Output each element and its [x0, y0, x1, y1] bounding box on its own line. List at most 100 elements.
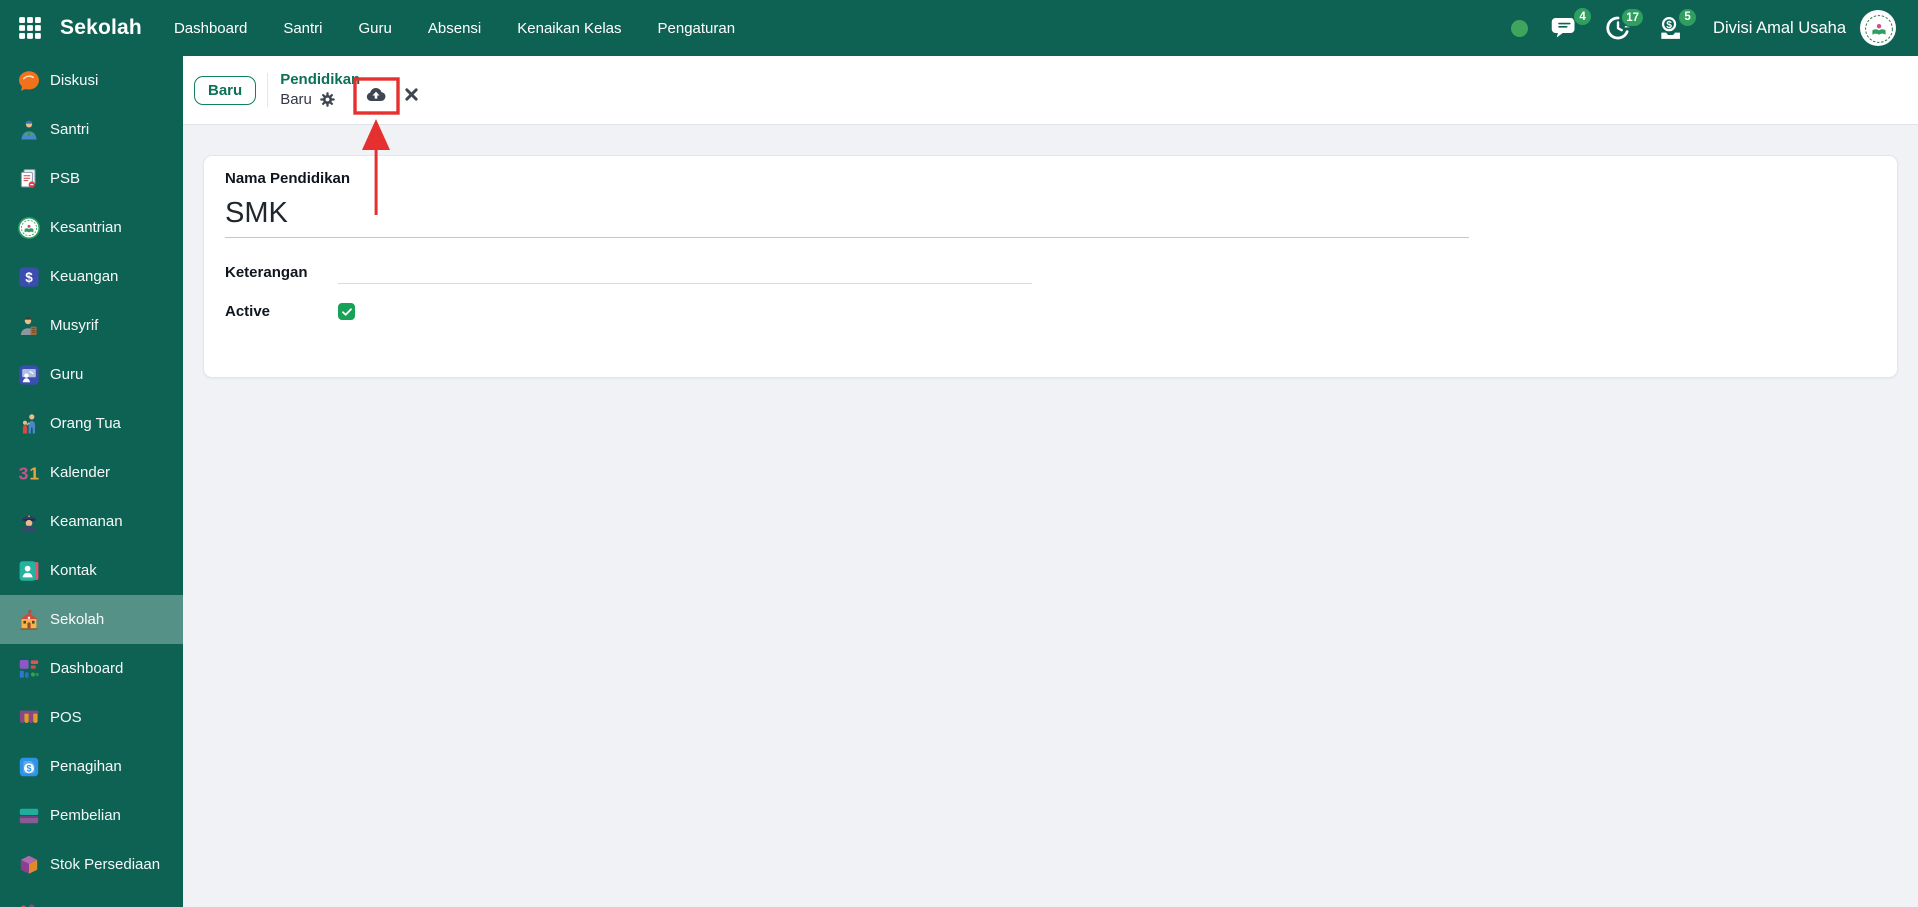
sidebar-item-sekolah[interactable]: Sekolah — [0, 595, 183, 644]
app-sidebar: Diskusi Santri PSB Kesantrian $ Keuangan… — [0, 56, 183, 907]
gear-icon[interactable] — [319, 91, 336, 108]
sidebar-item-penagihan[interactable]: $ Penagihan — [0, 742, 183, 791]
discard-button[interactable] — [404, 87, 419, 102]
new-record-button[interactable]: Baru — [194, 75, 257, 105]
sidebar-item-label: Sekolah — [50, 611, 105, 628]
sidebar-item-label: Keuangan — [50, 268, 119, 285]
active-label: Active — [225, 303, 271, 320]
menu-dashboard[interactable]: Dashboard — [170, 14, 251, 43]
sidebar-item-kontak[interactable]: Kontak — [0, 546, 183, 595]
top-navbar: Sekolah Dashboard Santri Guru Absensi Ke… — [0, 0, 1918, 56]
sidebar-item-keamanan[interactable]: Keamanan — [0, 497, 183, 546]
orang-tua-icon — [17, 412, 41, 436]
messages-badge: 4 — [1573, 7, 1593, 26]
sidebar-item-psb[interactable]: PSB — [0, 154, 183, 203]
payments-badge: 5 — [1678, 7, 1698, 27]
menu-santri[interactable]: Santri — [279, 14, 326, 43]
check-icon — [341, 307, 352, 316]
activities-button[interactable]: 17 — [1604, 8, 1645, 42]
control-panel: Baru Pendidikan Baru — [183, 56, 1918, 125]
sidebar-item-orang-tua[interactable]: Orang Tua — [0, 399, 183, 448]
stok-persediaan-icon — [17, 853, 41, 877]
top-menu: Dashboard Santri Guru Absensi Kenaikan K… — [170, 14, 767, 43]
sidebar-item-pembelian[interactable]: Pembelian — [0, 791, 183, 840]
sidebar-item-kalender[interactable]: 3 1 Kalender — [0, 448, 183, 497]
sidebar-item-karyawan[interactable]: Karyawan — [0, 889, 183, 907]
sidebar-item-pos[interactable]: POS — [0, 693, 183, 742]
svg-text:$: $ — [25, 270, 33, 285]
organization-logo-icon — [1861, 11, 1895, 45]
pendidikan-form-card: Nama Pendidikan SMK Keterangan Active — [203, 155, 1898, 378]
dashboard-grid-icon — [17, 657, 41, 681]
divider — [267, 73, 269, 107]
menu-absensi[interactable]: Absensi — [424, 14, 485, 43]
kalender-icon: 3 1 — [17, 461, 41, 485]
close-x-icon — [405, 88, 418, 101]
svg-text:$: $ — [26, 763, 31, 773]
sidebar-item-label: Kontak — [50, 562, 97, 579]
cloud-upload-icon — [366, 87, 386, 101]
sidebar-item-label: Diskusi — [50, 72, 99, 89]
svg-text:$: $ — [1666, 19, 1672, 30]
sidebar-item-guru[interactable]: Guru — [0, 350, 183, 399]
karyawan-icon — [17, 902, 41, 907]
sidebar-item-label: Keamanan — [50, 513, 123, 530]
presence-dot — [1511, 19, 1529, 37]
breadcrumb: Pendidikan Baru — [280, 71, 360, 109]
keterangan-label: Keterangan — [225, 264, 308, 281]
sidebar-item-keuangan[interactable]: $ Keuangan — [0, 252, 183, 301]
menu-pengaturan[interactable]: Pengaturan — [654, 14, 740, 43]
apps-grid-icon[interactable] — [16, 14, 44, 42]
santri-icon — [17, 118, 41, 142]
sidebar-item-label: Kesantrian — [50, 219, 122, 236]
sidebar-item-label: POS — [50, 709, 82, 726]
pembelian-icon — [17, 804, 41, 828]
psb-icon — [17, 167, 41, 191]
sidebar-item-label: Kalender — [50, 464, 111, 481]
sidebar-item-label: Guru — [50, 366, 84, 383]
sidebar-item-musyrif[interactable]: Musyrif — [0, 301, 183, 350]
svg-text:3: 3 — [19, 463, 29, 483]
sidebar-item-label: PSB — [50, 170, 81, 187]
sidebar-item-label: Musyrif — [50, 317, 99, 334]
kontak-icon — [17, 559, 41, 583]
sidebar-item-label: Penagihan — [50, 758, 122, 775]
pos-icon — [17, 706, 41, 730]
diskusi-icon — [17, 69, 41, 93]
user-avatar[interactable] — [1860, 10, 1896, 46]
keterangan-input[interactable] — [338, 261, 1032, 284]
breadcrumb-current: Baru — [280, 90, 312, 108]
messages-button[interactable]: 4 — [1550, 7, 1593, 43]
activities-badge: 17 — [1621, 8, 1645, 27]
sekolah-icon — [17, 608, 41, 632]
menu-guru[interactable]: Guru — [355, 14, 396, 43]
kesantrian-icon — [17, 216, 41, 240]
payments-button[interactable]: $ 5 — [1656, 7, 1698, 43]
main-area: Baru Pendidikan Baru Nama Pendidikan SMK… — [183, 56, 1918, 907]
nama-pendidikan-label: Nama Pendidikan — [225, 170, 351, 187]
sidebar-item-label: Orang Tua — [50, 415, 121, 432]
sidebar-item-label: Dashboard — [50, 660, 124, 677]
sidebar-item-dashboard[interactable]: Dashboard — [0, 644, 183, 693]
active-checkbox[interactable] — [338, 303, 355, 320]
sidebar-item-kesantrian[interactable]: Kesantrian — [0, 203, 183, 252]
sidebar-item-santri[interactable]: Santri — [0, 105, 183, 154]
sidebar-item-diskusi[interactable]: Diskusi — [0, 56, 183, 105]
company-name[interactable]: Divisi Amal Usaha — [1713, 19, 1846, 38]
menu-kenaikan-kelas[interactable]: Kenaikan Kelas — [513, 14, 625, 43]
musyrif-icon — [17, 314, 41, 338]
svg-text:1: 1 — [29, 463, 39, 483]
sidebar-item-label: Pembelian — [50, 807, 121, 824]
form-view: Nama Pendidikan SMK Keterangan Active — [183, 125, 1918, 907]
penagihan-icon: $ — [17, 755, 41, 779]
guru-icon — [17, 363, 41, 387]
app-title[interactable]: Sekolah — [60, 16, 142, 40]
save-cloud-button[interactable] — [363, 83, 389, 105]
sidebar-item-label: Santri — [50, 121, 90, 138]
keamanan-icon — [17, 510, 41, 534]
nama-pendidikan-input[interactable]: SMK — [225, 197, 1469, 238]
breadcrumb-parent-link[interactable]: Pendidikan — [280, 71, 360, 89]
keuangan-icon: $ — [17, 265, 41, 289]
sidebar-item-stok-persediaan[interactable]: Stok Persediaan — [0, 840, 183, 889]
sidebar-item-label: Stok Persediaan — [50, 856, 161, 873]
